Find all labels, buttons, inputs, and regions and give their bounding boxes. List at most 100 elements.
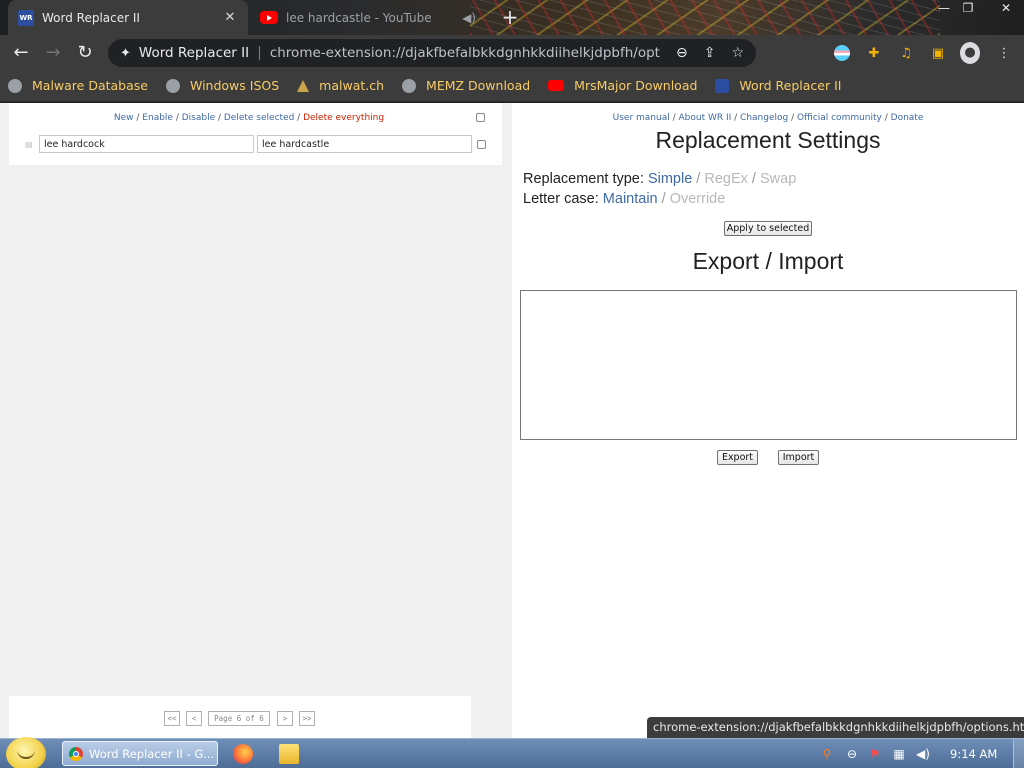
- url-text[interactable]: chrome-extension://djakfbefalbkkdgnhkkdi…: [270, 45, 660, 61]
- tab-youtube[interactable]: lee hardcastle - YouTube ◀): [250, 0, 486, 35]
- settings-pane: User manual / About WR II / Changelog / …: [512, 103, 1024, 738]
- new-tab-button[interactable]: +: [498, 5, 522, 29]
- separator: /: [661, 191, 666, 207]
- network-tray-icon[interactable]: ▦: [892, 747, 906, 761]
- page-indicator: Page 6 of 6: [208, 711, 270, 726]
- media-control-icon[interactable]: ♫: [896, 43, 916, 63]
- separator: /: [731, 113, 741, 123]
- forward-arrow-icon[interactable]: →: [40, 40, 66, 66]
- export-button[interactable]: Export: [717, 450, 758, 465]
- zoom-icon[interactable]: ⊖: [676, 45, 688, 61]
- site-label: Word Replacer II: [138, 45, 250, 61]
- address-separator: |: [257, 45, 262, 61]
- tab-word-replacer[interactable]: WR Word Replacer II ✕: [8, 0, 248, 35]
- info-links: User manual / About WR II / Changelog / …: [512, 113, 1024, 123]
- bookmark-windows-isos[interactable]: Windows ISOS: [165, 78, 280, 93]
- speaker-icon[interactable]: ◀): [462, 11, 476, 25]
- firefox-icon[interactable]: [233, 744, 253, 764]
- taskbar: Word Replacer II - G... ⚲ ⊖ ⚑ ▦ ◀) 9:14 …: [0, 737, 1024, 768]
- start-button[interactable]: [6, 737, 46, 768]
- pride-flag-extension-icon[interactable]: [832, 43, 852, 63]
- restore-icon[interactable]: ❐: [956, 0, 980, 18]
- option-simple[interactable]: Simple: [648, 171, 692, 187]
- bookmark-malwatch[interactable]: malwat.ch: [297, 78, 384, 93]
- youtube-favicon-icon: [260, 11, 278, 24]
- donate-link[interactable]: Donate: [891, 113, 924, 123]
- taskbar-chrome-window[interactable]: Word Replacer II - G...: [62, 741, 218, 766]
- replacement-type-row: Replacement type: Simple / RegEx / Swap: [523, 171, 796, 187]
- first-page-button[interactable]: <<: [164, 711, 180, 726]
- address-bar[interactable]: ✦ Word Replacer II | chrome-extension://…: [108, 39, 756, 67]
- disable-link[interactable]: Disable: [182, 113, 215, 123]
- enable-link[interactable]: Enable: [142, 113, 173, 123]
- tab-strip: WR Word Replacer II ✕ lee hardcastle - Y…: [0, 0, 1024, 35]
- select-all-checkbox[interactable]: [476, 113, 485, 122]
- bookmark-label: Word Replacer II: [739, 78, 842, 93]
- extensions-puzzle-icon[interactable]: ✚: [864, 43, 884, 63]
- extension-icon: ✦: [120, 45, 131, 61]
- close-window-icon[interactable]: ✕: [994, 0, 1018, 18]
- replacement-type-label: Replacement type:: [523, 171, 644, 187]
- delete-everything-link[interactable]: Delete everything: [303, 113, 384, 123]
- delete-selected-link[interactable]: Delete selected: [224, 113, 294, 123]
- changelog-link[interactable]: Changelog: [740, 113, 788, 123]
- replacement-list: New / Enable / Disable / Delete selected…: [9, 103, 502, 165]
- apply-to-selected-button[interactable]: Apply to selected: [724, 221, 812, 236]
- bookmark-memz-download[interactable]: MEMZ Download: [402, 78, 530, 93]
- option-override[interactable]: Override: [670, 191, 726, 207]
- tab-title: lee hardcastle - YouTube: [286, 10, 432, 25]
- export-import-textarea[interactable]: [520, 290, 1017, 440]
- folder-icon[interactable]: [279, 744, 299, 764]
- drag-handle-icon[interactable]: ▤: [25, 140, 35, 149]
- prev-page-button[interactable]: <: [186, 711, 202, 726]
- bookmark-word-replacer[interactable]: Word Replacer II: [715, 78, 841, 93]
- next-page-button[interactable]: >: [277, 711, 293, 726]
- option-regex[interactable]: RegEx: [704, 171, 748, 187]
- show-desktop-button[interactable]: [1013, 739, 1024, 768]
- menu-kebab-icon[interactable]: ⋮: [994, 43, 1014, 63]
- import-button[interactable]: Import: [778, 450, 819, 465]
- taskbar-window-label: Word Replacer II - G...: [89, 746, 215, 761]
- bookmark-malware-database[interactable]: Malware Database: [8, 78, 148, 93]
- separator: /: [696, 171, 701, 187]
- bookmark-label: Windows ISOS: [189, 78, 280, 93]
- search-tray-icon[interactable]: ⚲: [820, 747, 834, 761]
- globe-icon: [402, 78, 417, 93]
- minus-circle-tray-icon[interactable]: ⊖: [845, 747, 859, 761]
- clock[interactable]: 9:14 AM: [950, 747, 997, 761]
- separator: /: [751, 171, 756, 187]
- community-link[interactable]: Official community: [797, 113, 882, 123]
- word-replacer-favicon-icon: WR: [18, 9, 34, 26]
- status-url-bubble: chrome-extension://djakfbefalbkkdgnhkkdi…: [647, 717, 1024, 738]
- bookmark-mrsmajor-download[interactable]: MrsMajor Download: [548, 78, 697, 93]
- letter-case-label: Letter case:: [523, 191, 599, 207]
- find-field[interactable]: [39, 135, 254, 153]
- volume-tray-icon[interactable]: ◀): [916, 747, 930, 761]
- new-link[interactable]: New: [114, 113, 134, 123]
- browser-toolbar: ← → ↻ ✦ Word Replacer II | chrome-extens…: [0, 35, 1024, 70]
- separator: /: [881, 113, 891, 123]
- back-arrow-icon[interactable]: ←: [8, 40, 34, 66]
- last-page-button[interactable]: >>: [299, 711, 315, 726]
- row-select-checkbox[interactable]: [477, 140, 486, 149]
- side-panel-icon[interactable]: ▣: [928, 43, 948, 63]
- separator: /: [133, 113, 143, 123]
- youtube-icon: [548, 80, 565, 91]
- bookmark-star-icon[interactable]: ☆: [731, 45, 744, 61]
- user-manual-link[interactable]: User manual: [613, 113, 670, 123]
- option-maintain[interactable]: Maintain: [603, 191, 658, 207]
- profile-avatar-icon[interactable]: ●: [960, 42, 980, 64]
- minimize-icon[interactable]: —: [932, 0, 956, 18]
- separator: /: [172, 113, 182, 123]
- flag-tray-icon[interactable]: ⚑: [868, 747, 882, 761]
- bookmark-label: MrsMajor Download: [574, 78, 698, 93]
- bookmark-label: MEMZ Download: [426, 78, 531, 93]
- replace-field[interactable]: [257, 135, 472, 153]
- chrome-icon: [69, 746, 83, 761]
- bookmark-label: Malware Database: [32, 78, 148, 93]
- reload-icon[interactable]: ↻: [72, 40, 98, 66]
- about-link[interactable]: About WR II: [678, 113, 731, 123]
- share-icon[interactable]: ⇪: [704, 45, 716, 61]
- option-swap[interactable]: Swap: [760, 171, 796, 187]
- close-icon[interactable]: ✕: [222, 10, 238, 26]
